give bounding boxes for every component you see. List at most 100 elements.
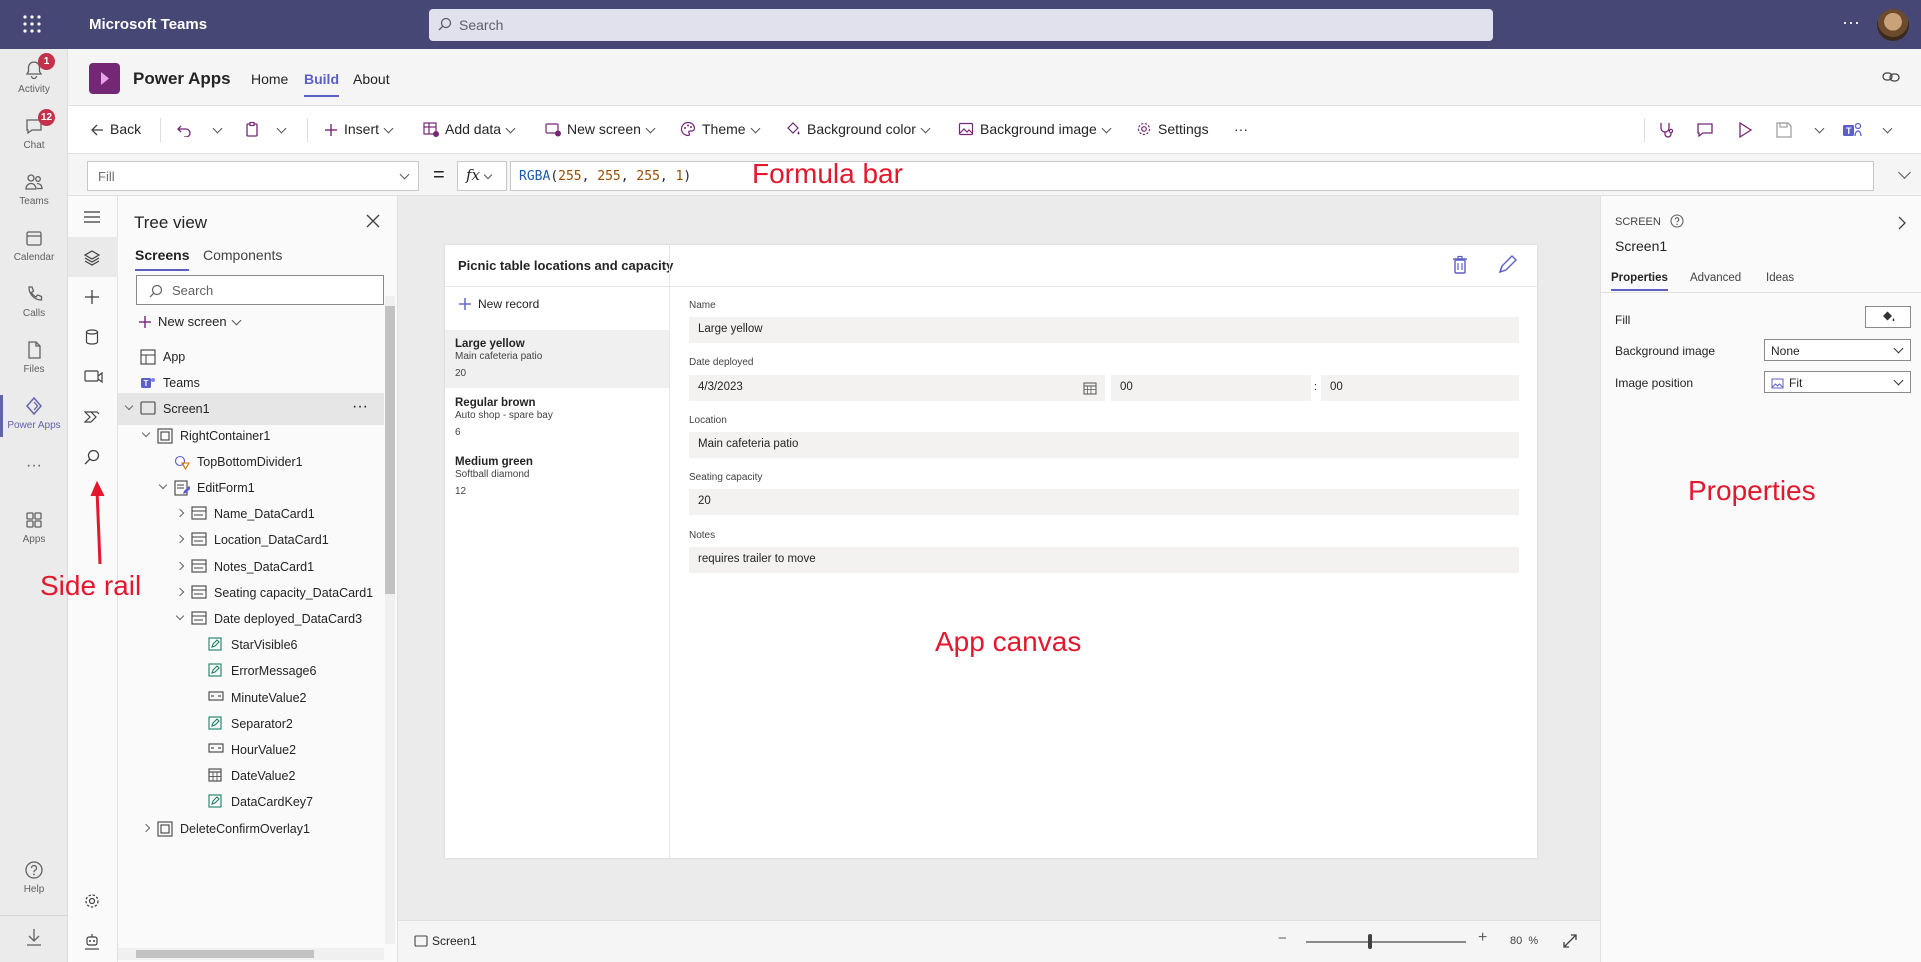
paste-dropdown[interactable] (272, 121, 287, 137)
chevron-down-icon[interactable] (175, 611, 185, 621)
tree-node-deleteconfirmoverlay1[interactable]: DeleteConfirmOverlay1 (118, 813, 384, 845)
control-name[interactable]: Screen1 (1615, 238, 1667, 254)
gallery-item[interactable]: Large yellow Main cafeteria patio 20 (445, 330, 669, 388)
rail-item-calls[interactable]: Calls (0, 283, 68, 319)
tab-screens[interactable]: Screens (135, 247, 190, 271)
background-image-dropdown[interactable]: None (1764, 339, 1911, 361)
search-pane-button[interactable] (83, 448, 101, 466)
zoom-out-button[interactable]: − (1278, 930, 1287, 947)
fx-button[interactable]: fx (457, 161, 507, 191)
tree-search-input[interactable]: Search (136, 275, 384, 305)
rail-item-activity[interactable]: 1 Activity (0, 53, 68, 95)
settings-button[interactable]: Settings (1136, 121, 1209, 137)
save-button[interactable] (1775, 121, 1799, 139)
fill-color-picker[interactable] (1865, 306, 1911, 328)
new-record-button[interactable]: New record (458, 297, 539, 311)
chevron-right-icon[interactable] (175, 587, 185, 597)
tab-home[interactable]: Home (251, 71, 288, 87)
comments-button[interactable] (1696, 121, 1720, 139)
chevron-right-icon[interactable] (175, 508, 185, 518)
image-position-dropdown[interactable]: Fit (1764, 371, 1911, 393)
virtual-agent-button[interactable] (83, 932, 101, 950)
collapse-pane-icon[interactable] (1897, 216, 1907, 230)
chevron-right-icon[interactable] (175, 561, 185, 570)
user-avatar[interactable] (1877, 9, 1909, 41)
teams-search-input[interactable]: Search (429, 9, 1493, 41)
insert-button[interactable]: Insert (324, 121, 394, 137)
new-screen-button[interactable]: New screen (545, 121, 656, 137)
app-checker-button[interactable] (1657, 121, 1681, 139)
more-options-icon[interactable]: ··· (1842, 12, 1860, 33)
rail-item-chat[interactable]: 12 Chat (0, 109, 68, 151)
zoom-slider[interactable] (1306, 941, 1466, 943)
publish-dropdown[interactable] (1878, 121, 1893, 137)
download-button[interactable] (0, 915, 68, 951)
fit-to-window-icon[interactable] (1562, 933, 1578, 949)
screen-selector[interactable]: Screen1 (414, 934, 477, 948)
zoom-slider-thumb[interactable] (1368, 934, 1372, 949)
tab-about[interactable]: About (353, 71, 390, 87)
tree-view-button[interactable] (68, 237, 118, 277)
chevron-right-icon[interactable] (141, 823, 151, 832)
undo-button[interactable] (176, 121, 198, 137)
tab-components[interactable]: Components (203, 247, 282, 263)
add-data-button[interactable]: Add data (423, 121, 516, 137)
publish-to-teams-button[interactable]: T (1842, 121, 1868, 139)
notes-input[interactable]: requires trailer to move (689, 547, 1519, 573)
power-apps-logo-icon (101, 72, 109, 85)
tree-hscroll-thumb[interactable] (136, 950, 314, 958)
minute-dropdown[interactable]: 00 (1321, 375, 1519, 401)
tree-scrollbar-thumb[interactable] (385, 306, 395, 594)
zoom-in-button[interactable]: + (1478, 929, 1487, 947)
rail-item-help[interactable]: Help (0, 859, 68, 895)
date-picker[interactable]: 4/3/2023 (689, 375, 1105, 401)
settings-pane-button[interactable] (83, 892, 101, 910)
paste-button[interactable] (244, 121, 266, 137)
rail-item-calendar[interactable]: Calendar (0, 227, 68, 263)
background-image-button[interactable]: Background image (958, 121, 1112, 137)
tree-new-screen-button[interactable]: New screen (138, 314, 242, 329)
chevron-down-icon[interactable] (141, 428, 151, 437)
tab-properties[interactable]: Properties (1611, 272, 1668, 291)
tab-build[interactable]: Build (304, 71, 339, 97)
location-input[interactable]: Main cafeteria patio (689, 432, 1519, 458)
tab-advanced[interactable]: Advanced (1690, 272, 1741, 284)
gallery-item[interactable]: Medium green Softball diamond 12 (445, 448, 669, 506)
rail-item-power-apps[interactable]: Power Apps (0, 395, 68, 437)
chevron-down-icon[interactable] (124, 402, 134, 411)
help-icon[interactable] (1670, 214, 1684, 228)
preview-button[interactable] (1736, 121, 1760, 139)
property-selector[interactable]: Fill (87, 161, 419, 191)
back-button[interactable]: Back (90, 121, 141, 137)
chevron-down-icon[interactable] (158, 480, 168, 490)
rail-item-apps[interactable]: Apps (0, 509, 68, 545)
chevron-right-icon[interactable] (175, 535, 185, 544)
save-dropdown[interactable] (1810, 121, 1825, 137)
app-launcher-icon[interactable] (22, 14, 42, 34)
tab-ideas[interactable]: Ideas (1766, 272, 1794, 284)
trash-icon[interactable] (1452, 255, 1468, 275)
rail-more-apps[interactable]: ··· (0, 457, 68, 475)
formula-input[interactable]: RGBA(255, 255, 255, 1) (510, 161, 1874, 191)
data-pane-button[interactable] (83, 328, 101, 346)
hour-dropdown[interactable]: 00 (1111, 375, 1311, 401)
gallery-item[interactable]: Regular brown Auto shop - spare bay 6 (445, 389, 669, 447)
rail-item-files[interactable]: Files (0, 339, 68, 375)
theme-button[interactable]: Theme (680, 121, 761, 137)
power-automate-button[interactable] (83, 408, 101, 426)
toolbar-more-button[interactable]: ··· (1234, 121, 1248, 137)
undo-dropdown[interactable] (208, 121, 223, 137)
name-input[interactable]: Large yellow (689, 317, 1519, 343)
app-screen[interactable]: Picnic table locations and capacity New … (445, 245, 1537, 858)
media-pane-button[interactable] (83, 368, 103, 386)
link-icon[interactable] (1882, 69, 1900, 85)
rail-item-teams[interactable]: Teams (0, 171, 68, 207)
insert-pane-button[interactable] (83, 288, 101, 306)
expand-formula-button[interactable] (1894, 166, 1911, 182)
seating-capacity-input[interactable]: 20 (689, 489, 1519, 515)
pencil-icon[interactable] (1497, 255, 1517, 275)
close-icon[interactable] (366, 214, 380, 228)
node-more-options-icon[interactable]: ··· (352, 398, 368, 416)
hamburger-menu-icon[interactable] (83, 210, 101, 224)
background-color-button[interactable]: Background color (785, 121, 931, 137)
